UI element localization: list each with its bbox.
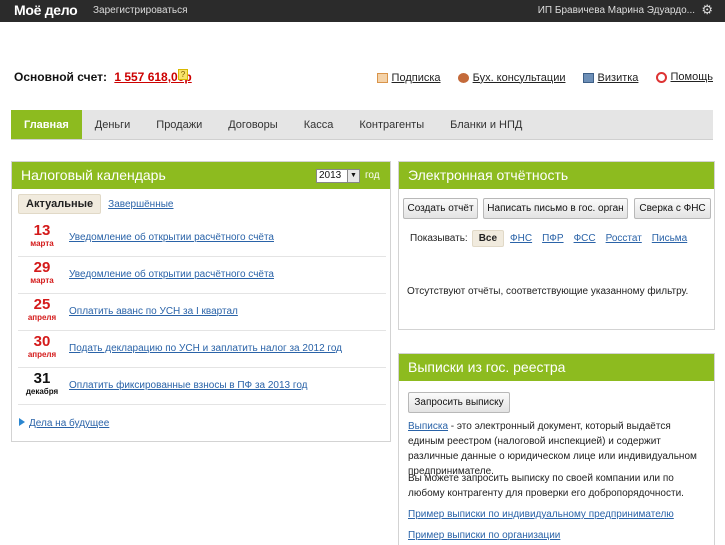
tab-counterparties[interactable]: Контрагенты — [346, 110, 437, 139]
request-extract-button[interactable]: Запросить выписку — [408, 392, 510, 413]
gear-icon[interactable]: ⚙ — [701, 3, 713, 17]
tab-forms[interactable]: Бланки и НПД — [437, 110, 535, 139]
fns-reconcile-button[interactable]: Сверка с ФНС — [634, 198, 711, 219]
extract-link[interactable]: Выписка — [408, 421, 448, 432]
main-nav: Главная Деньги Продажи Договоры Касса Ко… — [11, 110, 713, 140]
top-bar: Моё дело Зарегистрироваться ИП Бравичева… — [0, 0, 725, 22]
filter-pfr[interactable]: ПФР — [542, 233, 563, 244]
account-label: Основной счет: — [14, 70, 107, 84]
registry-hint: Вы можете запросить выписку по своей ком… — [408, 473, 684, 499]
filter-fns[interactable]: ФНС — [510, 233, 532, 244]
user-name[interactable]: ИП Бравичева Марина Эдуардо... — [538, 5, 695, 16]
tab-main[interactable]: Главная — [11, 110, 82, 139]
help-link[interactable]: Помощь — [655, 71, 713, 83]
chevron-down-icon: ▼ — [347, 170, 359, 182]
future-tasks-link[interactable]: Дела на будущее — [19, 418, 109, 429]
filter-label: Показывать: — [410, 233, 468, 244]
tab-contracts[interactable]: Договоры — [215, 110, 290, 139]
event-link[interactable]: Уведомление об открытии расчётного счёта — [69, 232, 274, 243]
event-date: 13 марта — [30, 222, 54, 249]
list-item: 29 марта Уведомление об открытии расчётн… — [18, 257, 386, 294]
event-link[interactable]: Оплатить аванс по УСН за I квартал — [69, 306, 238, 317]
tax-calendar-panel: Налоговый календарь 2013 ▼ год Актуальны… — [11, 161, 391, 442]
registry-panel: Выписки из гос. реестра Запросить выписк… — [398, 353, 715, 545]
org-sample-link[interactable]: Пример выписки по организации — [408, 530, 560, 541]
question-icon[interactable]: ? — [178, 69, 188, 80]
panel-header: Выписки из гос. реестра — [399, 354, 714, 381]
filter-rosstat[interactable]: Росстат — [606, 233, 642, 244]
triangle-right-icon — [19, 418, 25, 426]
reporting-panel: Электронная отчётность Создать отчёт Нап… — [398, 161, 715, 330]
people-icon — [457, 72, 469, 83]
help-icon — [655, 71, 667, 83]
logo[interactable]: Моё дело — [14, 2, 78, 18]
event-link[interactable]: Оплатить фиксированные взносы в ПФ за 20… — [69, 380, 308, 391]
tab-actual[interactable]: Актуальные — [18, 194, 102, 214]
subscription-link[interactable]: Подписка — [376, 72, 441, 84]
list-item: 13 марта Уведомление об открытии расчётн… — [18, 220, 386, 257]
year-select[interactable]: 2013 ▼ — [316, 169, 360, 183]
filter-fss[interactable]: ФСС — [574, 233, 596, 244]
event-date: 30 апреля — [27, 333, 57, 360]
panel-header: Налоговый календарь 2013 ▼ год — [12, 162, 390, 189]
consultations-link[interactable]: Бух. консультации — [457, 72, 565, 84]
mail-icon — [376, 72, 388, 83]
list-item: 25 апреля Оплатить аванс по УСН за I ква… — [18, 294, 386, 331]
list-item: 30 апреля Подать декларацию по УСН и зап… — [18, 331, 386, 368]
event-link[interactable]: Подать декларацию по УСН и заплатить нал… — [69, 343, 342, 354]
panel-header: Электронная отчётность — [399, 162, 714, 189]
event-date: 29 марта — [30, 259, 54, 286]
list-item: 31 декабря Оплатить фиксированные взносы… — [18, 368, 386, 405]
registry-description: Выписка - это электронный документ, кото… — [408, 421, 697, 477]
tab-money[interactable]: Деньги — [82, 110, 144, 139]
empty-message: Отсутствуют отчёты, соответствующие указ… — [407, 286, 689, 297]
card-icon — [582, 72, 594, 83]
year-label: год — [365, 170, 380, 181]
main-account: Основной счет: 1 557 618,00р — [14, 70, 192, 84]
tab-cash[interactable]: Касса — [291, 110, 347, 139]
panel-title: Налоговый календарь — [21, 167, 166, 183]
ip-sample-link[interactable]: Пример выписки по индивидуальному предпр… — [408, 509, 674, 520]
report-filter: Показывать: Все ФНС ПФР ФСС Росстат Пись… — [410, 230, 697, 247]
event-link[interactable]: Уведомление об открытии расчётного счёта — [69, 269, 274, 280]
calendar-subtabs: Актуальные Завершённые — [18, 194, 173, 216]
filter-all[interactable]: Все — [471, 230, 505, 247]
business-card-link[interactable]: Визитка — [582, 72, 638, 84]
write-letter-button[interactable]: Написать письмо в гос. орган — [483, 198, 628, 219]
top-links: Подписка Бух. консультации Визитка Помощ… — [363, 71, 713, 86]
register-link[interactable]: Зарегистрироваться — [93, 5, 188, 16]
tab-completed[interactable]: Завершённые — [108, 199, 173, 210]
panel-title: Электронная отчётность — [408, 167, 569, 183]
event-date: 25 апреля — [27, 296, 57, 323]
panel-title: Выписки из гос. реестра — [408, 359, 566, 375]
tab-sales[interactable]: Продажи — [143, 110, 215, 139]
create-report-button[interactable]: Создать отчёт — [403, 198, 478, 219]
filter-letters[interactable]: Письма — [652, 233, 687, 244]
event-date: 31 декабря — [25, 370, 59, 397]
